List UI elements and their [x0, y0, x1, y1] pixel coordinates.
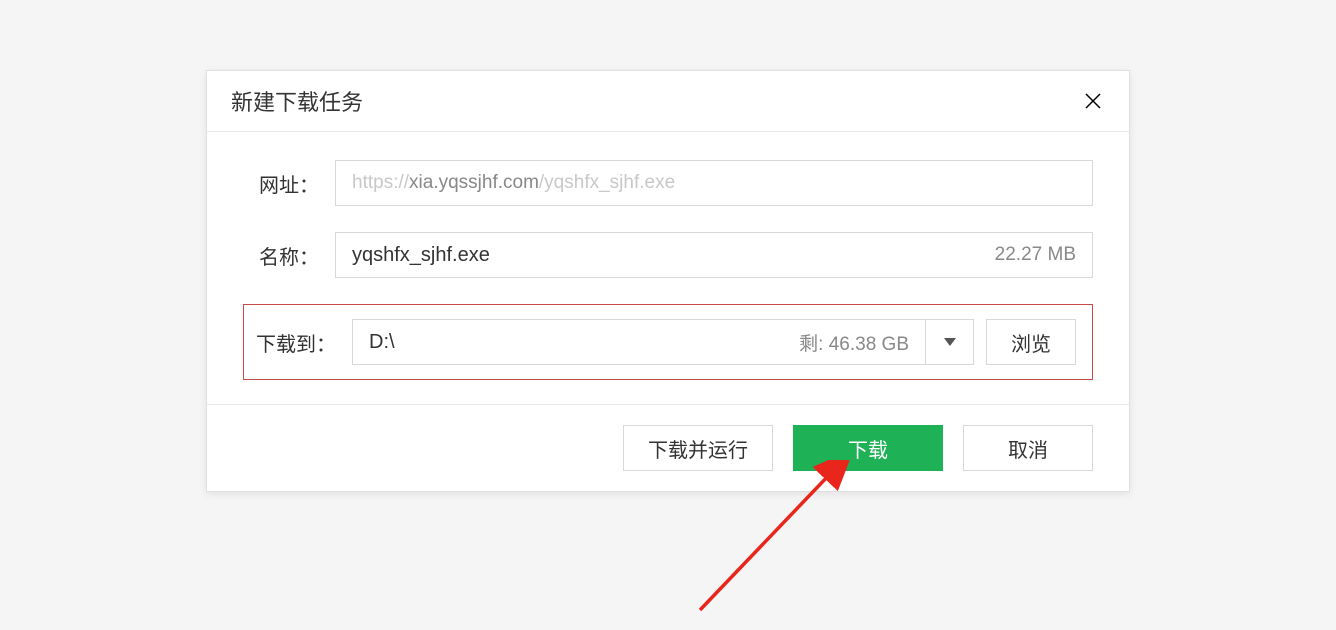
- url-input[interactable]: https://xia.yqssjhf.com/yqshfx_sjhf.exe: [335, 160, 1093, 206]
- name-input[interactable]: [352, 244, 983, 267]
- cancel-button[interactable]: 取消: [963, 425, 1093, 471]
- dialog-body: 网址： https://xia.yqssjhf.com/yqshfx_sjhf.…: [207, 132, 1129, 404]
- remaining-space: 剩: 46.38 GB: [799, 329, 925, 356]
- path-dropdown-button[interactable]: [925, 319, 973, 365]
- dialog-header: 新建下载任务: [207, 71, 1129, 132]
- dialog-footer: 下载并运行 下载 取消: [207, 404, 1129, 491]
- path-input[interactable]: D:\: [369, 331, 799, 354]
- name-label: 名称：: [243, 241, 335, 270]
- path-group: D:\ 剩: 46.38 GB 浏览: [352, 319, 1076, 365]
- path-input-wrap: D:\ 剩: 46.38 GB: [352, 319, 974, 365]
- url-text: https://xia.yqssjhf.com/yqshfx_sjhf.exe: [352, 172, 675, 194]
- name-input-wrap: 22.27 MB: [335, 232, 1093, 278]
- download-and-run-button[interactable]: 下载并运行: [623, 425, 773, 471]
- destination-row: 下载到： D:\ 剩: 46.38 GB 浏览: [243, 304, 1093, 380]
- destination-label: 下载到：: [244, 328, 352, 357]
- close-button[interactable]: [1081, 89, 1105, 113]
- dialog-title: 新建下载任务: [231, 85, 363, 117]
- download-dialog: 新建下载任务 网址： https://xia.yqssjhf.com/yqshf…: [206, 70, 1130, 492]
- url-label: 网址：: [243, 169, 335, 198]
- chevron-down-icon: [944, 338, 956, 346]
- browse-button[interactable]: 浏览: [986, 319, 1076, 365]
- close-icon: [1084, 92, 1102, 110]
- name-row: 名称： 22.27 MB: [243, 232, 1093, 278]
- download-button[interactable]: 下载: [793, 425, 943, 471]
- file-size: 22.27 MB: [995, 244, 1076, 266]
- url-row: 网址： https://xia.yqssjhf.com/yqshfx_sjhf.…: [243, 160, 1093, 206]
